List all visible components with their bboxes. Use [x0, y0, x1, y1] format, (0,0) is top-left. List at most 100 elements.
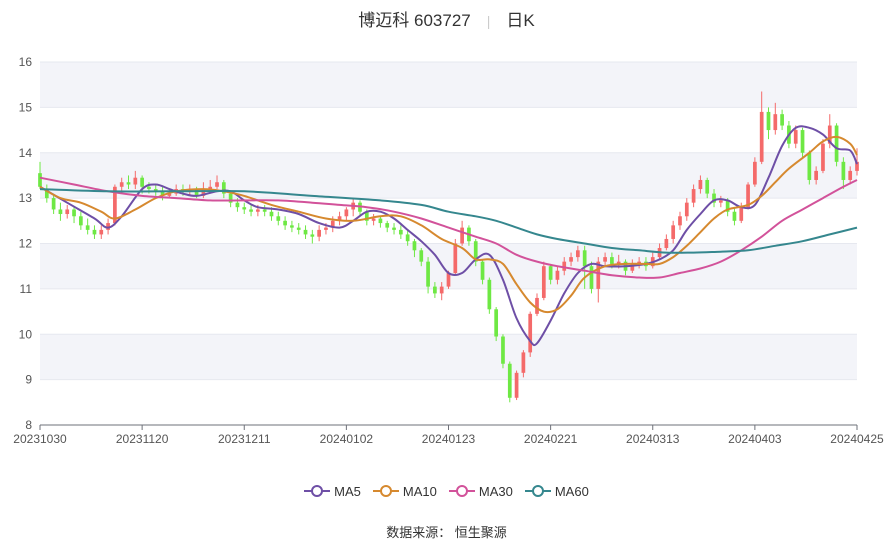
candle-body: [705, 179, 710, 194]
candle: [807, 150, 812, 185]
candle: [780, 109, 784, 131]
candle-body: [99, 229, 104, 235]
candle: [378, 216, 383, 228]
candle: [501, 334, 505, 369]
y-tick-label: 9: [25, 373, 32, 387]
candle: [242, 202, 247, 215]
candle: [821, 139, 825, 174]
candle-body: [256, 209, 260, 212]
grid-band: [40, 334, 857, 380]
candle: [310, 229, 315, 244]
candle: [494, 307, 499, 342]
candle-body: [58, 209, 63, 215]
candle: [283, 216, 287, 230]
candle: [290, 220, 294, 233]
legend-item-ma60[interactable]: MA60: [524, 483, 589, 499]
candle-body: [290, 225, 294, 228]
candle-body: [460, 227, 464, 244]
legend-item-ma30[interactable]: MA30: [448, 483, 513, 499]
candle: [514, 370, 519, 401]
candle-body: [739, 207, 744, 221]
x-tick-label: 20231211: [218, 432, 271, 446]
y-tick-label: 12: [19, 237, 33, 251]
candle-body: [555, 270, 560, 280]
legend: MA5 MA10 MA30 MA60: [0, 482, 893, 499]
candle-body: [51, 198, 56, 210]
candle-body: [72, 209, 76, 217]
candle-body: [439, 286, 444, 294]
candle-body: [793, 130, 798, 144]
candle: [671, 220, 676, 244]
candle-body: [426, 261, 430, 287]
candle-body: [569, 257, 573, 262]
candle-body: [841, 161, 846, 180]
y-tick-label: 15: [19, 100, 33, 114]
legend-item-ma10[interactable]: MA10: [372, 483, 437, 499]
candle-body: [684, 202, 689, 217]
candle-body: [528, 313, 533, 353]
candle-body: [378, 218, 383, 224]
candle-body: [140, 177, 144, 187]
candle: [541, 261, 546, 301]
candle: [371, 214, 376, 226]
x-tick-label: 20231120: [116, 432, 169, 446]
candle-body: [126, 182, 131, 185]
candle-body: [732, 211, 737, 221]
y-tick-label: 13: [19, 191, 33, 205]
candle-body: [392, 227, 396, 230]
candle-body: [698, 179, 703, 190]
candle: [732, 207, 737, 226]
candle: [664, 234, 669, 251]
candle-body: [548, 266, 553, 280]
data-source: 数据来源： 恒生聚源: [386, 525, 507, 540]
candle-body: [283, 220, 287, 226]
candle-body: [664, 238, 669, 249]
candle-body: [501, 336, 505, 364]
candle-body: [671, 225, 676, 239]
candle: [398, 225, 403, 239]
candle-body: [78, 216, 83, 226]
x-tick-label: 20240123: [422, 432, 476, 446]
x-tick-label: 20240403: [728, 432, 782, 446]
legend-item-ma5[interactable]: MA5: [304, 483, 361, 499]
candle: [85, 218, 90, 235]
candle: [276, 211, 281, 226]
legend-label: MA10: [402, 483, 437, 499]
candle-body: [215, 182, 219, 187]
y-tick-label: 14: [19, 146, 33, 160]
candle: [678, 211, 682, 230]
candle: [487, 277, 492, 314]
candlestick-chart: 8 9 10 11 12 13 14 15 16 20231030 20231120 20231211…: [13, 55, 884, 446]
candle-body: [324, 227, 328, 230]
candle-body: [419, 250, 424, 262]
candle-body: [780, 114, 784, 126]
candle-body: [507, 363, 512, 398]
candle-body: [582, 250, 587, 267]
x-tick-label: 20240313: [626, 432, 680, 446]
candle-body: [691, 189, 696, 203]
legend-marker-icon: [448, 485, 475, 498]
y-tick-label: 11: [20, 282, 33, 296]
x-tick-label: 20240102: [320, 432, 374, 446]
y-tick-label: 10: [19, 327, 33, 341]
candle: [72, 207, 76, 224]
candle: [65, 204, 70, 219]
candle-body: [296, 227, 301, 230]
candle-body: [249, 209, 253, 212]
candle: [296, 223, 301, 235]
candle-body: [494, 309, 499, 337]
candle-body: [848, 170, 853, 180]
candle-body: [753, 161, 757, 185]
candle-body: [541, 266, 546, 298]
candle-body: [535, 297, 539, 314]
candle-body: [303, 229, 308, 235]
candle-body: [589, 266, 594, 289]
candle-body: [92, 229, 97, 235]
candle-body: [480, 261, 485, 280]
y-tick-label: 16: [19, 55, 33, 69]
candle: [589, 261, 594, 294]
candle: [766, 107, 771, 140]
candle-body: [65, 209, 70, 215]
candle-body: [433, 286, 437, 294]
candle-body: [766, 111, 771, 131]
